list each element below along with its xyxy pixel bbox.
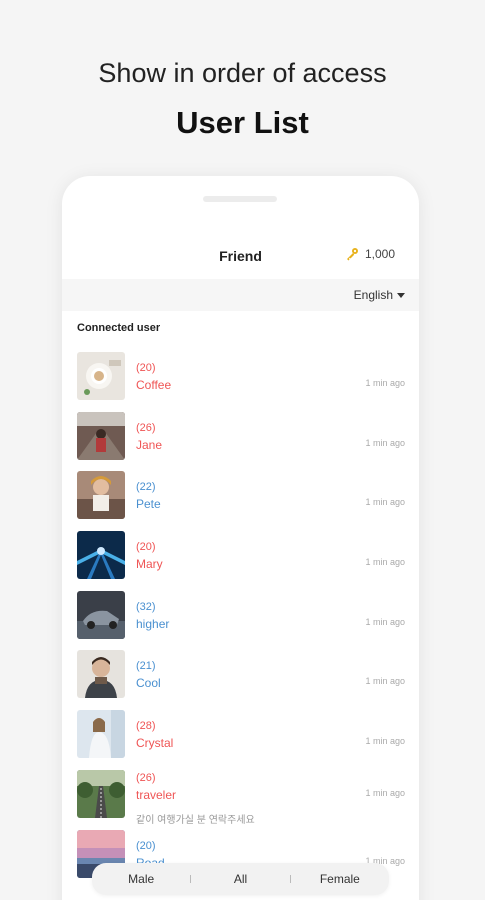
user-name: higher [136,616,170,631]
language-select[interactable]: English [354,288,405,302]
app-bar: Friend 1,000 [62,238,419,272]
section-title: Connected user [77,322,161,334]
list-item[interactable]: (26) traveler 같이 여행가실 분 연락주세요 1 min ago [62,769,419,830]
user-name: Jane [136,437,163,452]
user-age: (22) [136,481,156,494]
phone-frame: Friend 1,000 English Connected user (20) [62,176,419,900]
gender-filter: Male All Female [92,863,389,895]
user-age: (26) [136,421,156,434]
user-name: Cool [136,676,161,691]
last-access-time: 1 min ago [365,676,405,687]
list-item[interactable]: (22) Pete 1 min ago [62,471,419,531]
filter-female-tab[interactable]: Female [291,872,389,886]
phone-speaker [203,196,277,202]
filter-male-tab[interactable]: Male [92,872,190,886]
last-access-time: 1 min ago [365,616,405,627]
user-age: (28) [136,720,156,733]
user-list: (20) Coffee 1 min ago (26) Jane 1 min ag… [62,352,419,889]
language-bar: English [62,279,419,311]
avatar [77,471,125,520]
coin-count: 1,000 [364,247,395,261]
user-age: (26) [136,771,156,784]
avatar [77,531,125,580]
user-name: traveler [136,787,177,802]
user-message: 같이 여행가실 분 연락주세요 [136,814,255,826]
user-age: (20) [136,541,156,554]
user-age: (20) [136,362,156,374]
avatar [77,710,125,759]
list-item[interactable]: (32) higher 1 min ago [62,590,419,651]
list-item[interactable]: (26) Jane 1 min ago [62,411,419,472]
user-age: (32) [136,600,156,613]
last-access-time: 1 min ago [365,736,405,747]
user-name: Pete [136,497,161,512]
list-item[interactable]: (28) Crystal 1 min ago [62,710,419,770]
avatar [77,769,125,818]
avatar [77,411,125,460]
caret-down-icon [397,293,405,298]
language-selected: English [353,288,393,302]
avatar [77,650,125,699]
list-item[interactable]: (20) Mary 1 min ago [62,531,419,591]
avatar [77,590,125,639]
user-name: Mary [136,557,163,572]
list-item[interactable]: (21) Cool 1 min ago [62,650,419,710]
list-item[interactable]: (20) Coffee 1 min ago [62,352,419,412]
user-age: (21) [136,660,156,673]
last-access-time: 1 min ago [365,787,405,798]
last-access-time: 1 min ago [365,378,405,388]
promo-subtitle: Show in order of access [98,58,387,88]
last-access-time: 1 min ago [365,497,405,508]
user-name: Crystal [136,736,174,751]
user-name: Coffee [136,378,172,392]
last-access-time: 1 min ago [365,557,405,568]
last-access-time: 1 min ago [365,437,405,448]
filter-all-tab[interactable]: All [191,872,289,886]
promo-title: User List [176,105,309,140]
coin-balance[interactable]: 1,000 [345,247,395,261]
user-age: (20) [136,839,156,852]
avatar [77,352,125,400]
key-icon [345,247,359,261]
